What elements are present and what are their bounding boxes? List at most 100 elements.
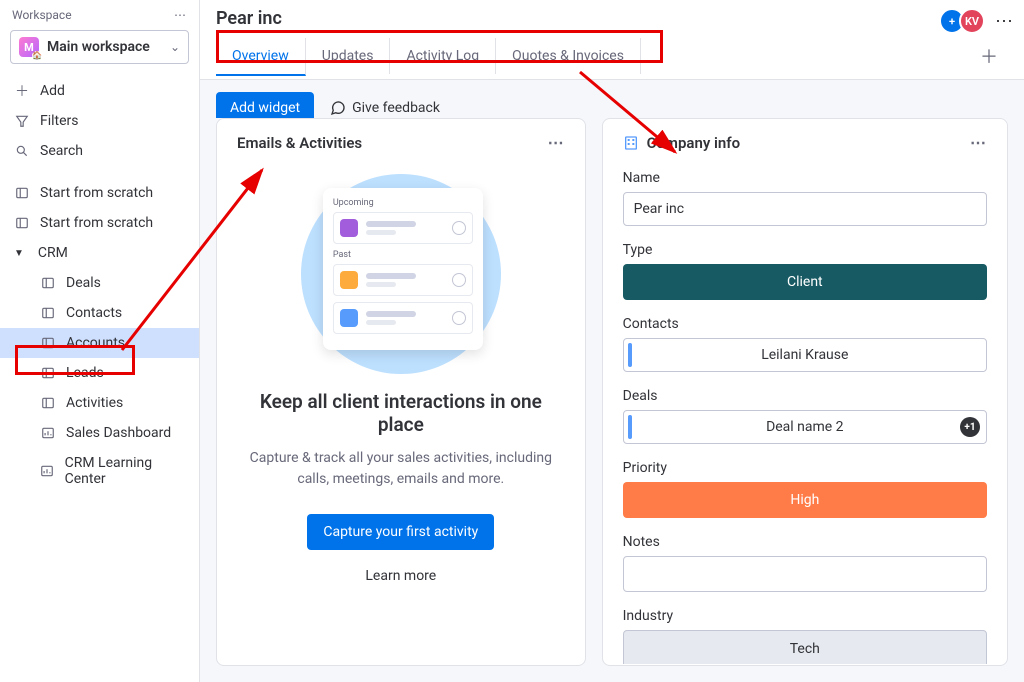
illu-past-label: Past [333, 250, 473, 260]
name-input[interactable] [623, 192, 987, 226]
card-menu-icon[interactable]: ⋯ [548, 133, 565, 152]
field-deals: Deals Deal name 2 +1 [623, 388, 987, 444]
capture-activity-button[interactable]: Capture your first activity [307, 514, 494, 550]
company-info-card: Company info ⋯ Name Type Client Contacts… [602, 118, 1008, 666]
emails-activities-card: Emails & Activities ⋯ Upcoming Past Keep… [216, 118, 586, 666]
page-menu-icon[interactable]: ⋯ [995, 11, 1014, 32]
field-notes: Notes [623, 534, 987, 592]
tab-overview[interactable]: Overview [216, 38, 306, 76]
card-menu-icon[interactable]: ⋯ [970, 133, 987, 152]
field-label: Notes [623, 534, 987, 550]
board-icon [40, 365, 56, 381]
sidebar-search[interactable]: Search [0, 136, 199, 166]
company-info-body: Name Type Client Contacts Leilani Krause… [603, 162, 1007, 664]
sidebar: Workspace ⋯ M Main workspace ⌄ ＋ Add Fil… [0, 0, 200, 682]
field-contacts: Contacts Leilani Krause [623, 316, 987, 372]
sidebar-filters[interactable]: Filters [0, 106, 199, 136]
field-label: Contacts [623, 316, 987, 332]
give-feedback-link[interactable]: Give feedback [330, 100, 440, 116]
field-label: Deals [623, 388, 987, 404]
field-label: Priority [623, 460, 987, 476]
sidebar-crm-dashboard[interactable]: Sales Dashboard [0, 418, 199, 448]
deals-chip[interactable]: Deal name 2 +1 [623, 410, 987, 444]
plus-icon: ＋ [14, 83, 30, 99]
dashboard-icon [40, 463, 55, 479]
type-pill[interactable]: Client [623, 264, 987, 300]
sidebar-crm-item-label: Contacts [66, 305, 122, 321]
workspace-menu-icon[interactable]: ⋯ [174, 8, 187, 22]
illu-upcoming-label: Upcoming [333, 198, 473, 208]
sidebar-crm-deals[interactable]: Deals [0, 268, 199, 298]
sidebar-add[interactable]: ＋ Add [0, 76, 199, 106]
empty-state-heading: Keep all client interactions in one plac… [247, 390, 555, 436]
tab-updates[interactable]: Updates [306, 38, 391, 74]
sidebar-board-label: Start from scratch [40, 215, 153, 231]
dashboard-icon [40, 425, 56, 441]
sidebar-filters-label: Filters [40, 113, 79, 129]
workspace-name: Main workspace [47, 39, 170, 55]
sidebar-board-label: Start from scratch [40, 185, 153, 201]
sidebar-crm-accounts[interactable]: Accounts [0, 328, 199, 358]
sidebar-crm-label: CRM [38, 245, 68, 261]
page-title: Pear inc [200, 0, 1024, 33]
workspace-label: Workspace [12, 8, 72, 22]
sidebar-crm-learning[interactable]: CRM Learning Center [0, 448, 199, 494]
sidebar-crm-item-label: Activities [66, 395, 123, 411]
content-area: Emails & Activities ⋯ Upcoming Past Keep… [200, 118, 1024, 682]
tab-quotes-invoices[interactable]: Quotes & Invoices [496, 38, 641, 74]
caret-down-icon: ▼ [14, 248, 24, 259]
learn-more-link[interactable]: Learn more [247, 568, 555, 584]
card-title: Company info [623, 134, 740, 152]
chevron-down-icon: ⌄ [170, 40, 180, 54]
deals-value: Deal name 2 [766, 419, 844, 435]
avatar-stack[interactable]: + KV [945, 8, 985, 34]
priority-pill[interactable]: High [623, 482, 987, 518]
emails-card-body: Upcoming Past Keep all client interactio… [217, 162, 585, 604]
main-header: Pear inc + KV ⋯ Overview Updates Activit… [200, 0, 1024, 136]
contacts-chip[interactable]: Leilani Krause [623, 338, 987, 372]
card-header: Company info ⋯ [603, 119, 1007, 162]
sidebar-crm-item-label: Accounts [66, 335, 125, 351]
sidebar-search-label: Search [40, 143, 83, 159]
board-icon [40, 395, 56, 411]
tabs-bar: Overview Updates Activity Log Quotes & I… [200, 33, 1024, 80]
contacts-value: Leilani Krause [761, 347, 848, 363]
notes-input[interactable] [623, 556, 987, 592]
field-label: Name [623, 170, 987, 186]
search-icon [14, 143, 30, 159]
field-industry: Industry Tech [623, 608, 987, 664]
card-header: Emails & Activities ⋯ [217, 119, 585, 162]
empty-state-text: Capture & track all your sales activitie… [247, 448, 555, 490]
board-icon [40, 275, 56, 291]
board-icon [40, 335, 56, 351]
sidebar-crm-folder[interactable]: ▼ CRM [0, 238, 199, 268]
deals-more-badge: +1 [960, 417, 980, 437]
avatar: KV [959, 8, 985, 34]
workspace-badge: M [19, 37, 39, 57]
board-icon [14, 185, 30, 201]
industry-pill[interactable]: Tech [623, 630, 987, 664]
sidebar-board-scratch1[interactable]: Start from scratch [0, 178, 199, 208]
sidebar-add-label: Add [40, 83, 65, 99]
field-name: Name [623, 170, 987, 226]
sidebar-crm-item-label: Leads [66, 365, 104, 381]
field-label: Industry [623, 608, 987, 624]
sidebar-crm-contacts[interactable]: Contacts [0, 298, 199, 328]
sidebar-board-scratch2[interactable]: Start from scratch [0, 208, 199, 238]
card-title: Emails & Activities [237, 134, 362, 152]
workspace-selector[interactable]: M Main workspace ⌄ [10, 30, 189, 64]
field-priority: Priority High [623, 460, 987, 518]
feedback-icon [330, 100, 346, 116]
building-icon [623, 135, 639, 151]
add-tab-icon[interactable]: ＋ [970, 33, 1008, 79]
workspace-header: Workspace ⋯ [0, 0, 199, 26]
field-label: Type [623, 242, 987, 258]
sidebar-crm-activities[interactable]: Activities [0, 388, 199, 418]
sidebar-crm-leads[interactable]: Leads [0, 358, 199, 388]
sidebar-crm-item-label: Deals [66, 275, 101, 291]
sidebar-crm-item-label: CRM Learning Center [65, 455, 185, 487]
tab-activity-log[interactable]: Activity Log [390, 38, 496, 74]
sidebar-crm-item-label: Sales Dashboard [66, 425, 171, 441]
field-type: Type Client [623, 242, 987, 300]
header-right: + KV ⋯ [945, 8, 1014, 34]
